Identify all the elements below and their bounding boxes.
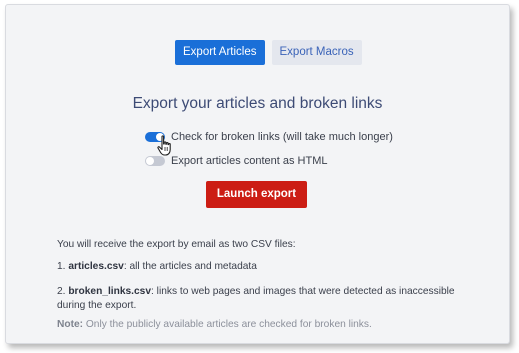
info-intro: You will receive the export by email as … (57, 239, 296, 250)
file1-desc: : all the articles and metadata (123, 261, 257, 272)
note-line: Note: Only the publicly available articl… (57, 318, 477, 332)
broken-links-label: Check for broken links (will take much l… (171, 131, 393, 143)
export-html-toggle[interactable] (145, 156, 165, 166)
file1-name: articles.csv (68, 261, 124, 272)
file-broken-links-line: 2. broken_links.csv: links to web pages … (57, 285, 477, 313)
file1-prefix: 1. (57, 261, 69, 272)
note-label: Note: (57, 319, 84, 330)
note-text: Only the publicly available articles are… (83, 319, 372, 330)
export-panel: Export Articles Export Macros Export you… (5, 4, 510, 344)
page-title: Export your articles and broken links (132, 95, 383, 112)
file2-name: broken_links.csv (68, 286, 152, 297)
toggle-knob (146, 157, 154, 165)
file2-prefix: 2. (57, 286, 69, 297)
hand-pointer-icon (157, 135, 171, 156)
export-tabs: Export Articles Export Macros (175, 40, 362, 65)
export-html-label: Export articles content as HTML (171, 155, 328, 167)
launch-export-button[interactable]: Launch export (206, 181, 307, 208)
broken-links-option: Check for broken links (will take much l… (145, 131, 393, 143)
tab-export-macros[interactable]: Export Macros (271, 40, 362, 65)
tab-export-articles[interactable]: Export Articles (175, 40, 265, 65)
file-articles-line: 1. articles.csv: all the articles and me… (57, 260, 477, 274)
